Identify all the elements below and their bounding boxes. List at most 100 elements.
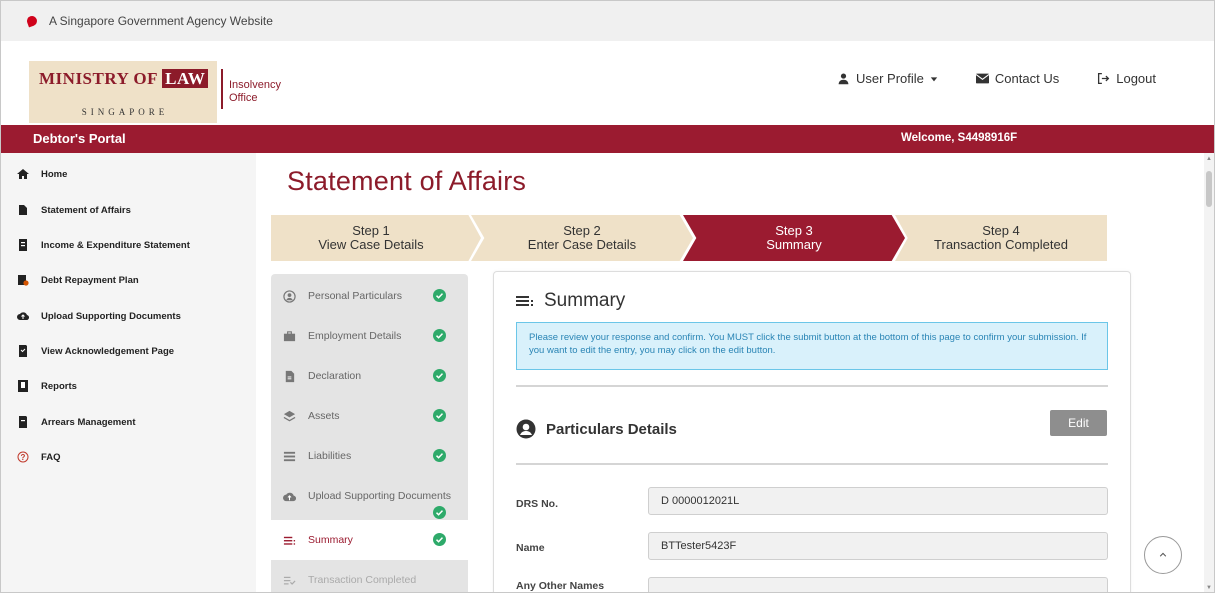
- envelope-icon: [975, 73, 989, 84]
- layers-icon: [283, 410, 296, 423]
- check-circle-icon: [433, 449, 446, 462]
- sidebar-item-reports[interactable]: Reports: [1, 371, 256, 401]
- check-circle-icon: [433, 533, 446, 546]
- scroll-down-arrow-icon[interactable]: ▼: [1205, 584, 1213, 592]
- scrollbar-thumb[interactable]: [1206, 171, 1212, 207]
- name-label: Name: [516, 542, 545, 554]
- sidebar-item-label: Debt Repayment Plan: [41, 274, 139, 286]
- list-icon: [283, 450, 296, 463]
- svg-text:?: ?: [21, 453, 26, 462]
- scroll-to-top-button[interactable]: [1144, 536, 1182, 574]
- menu-item-assets[interactable]: Assets: [271, 396, 468, 436]
- menu-item-transaction-completed: Transaction Completed: [271, 560, 468, 592]
- ministry-logo[interactable]: MINISTRY OF LAW SINGAPORE Insolvency Off…: [29, 61, 281, 123]
- sidebar-item-statement-of-affairs[interactable]: Statement of Affairs: [1, 195, 256, 225]
- sidebar-item-arrears[interactable]: Arrears Management: [1, 407, 256, 437]
- sidebar-item-home[interactable]: Home: [1, 159, 256, 189]
- sign-out-icon: [1098, 72, 1110, 85]
- edit-button[interactable]: Edit: [1050, 410, 1107, 436]
- drs-no-field: D 0000012021L: [648, 487, 1108, 515]
- particulars-title: Particulars Details: [546, 420, 677, 438]
- section-menu: Personal Particulars Employment Details …: [271, 274, 468, 592]
- menu-item-label: Upload Supporting Documents: [308, 490, 452, 502]
- step-1: Step 1 View Case Details: [271, 215, 481, 261]
- user-profile-label: User Profile: [856, 71, 924, 86]
- done-list-icon: [283, 574, 296, 587]
- file-icon: [283, 370, 296, 383]
- step-2: Step 2 Enter Case Details: [471, 215, 693, 261]
- step-progress: Step 1 View Case Details Step 2 Enter Case…: [271, 215, 1107, 261]
- check-circle-icon: [433, 289, 446, 302]
- step-number: Step 1: [352, 223, 390, 238]
- sidebar-item-label: Income & Expenditure Statement: [41, 239, 190, 251]
- browser-frame: A Singapore Government Agency Website MI…: [0, 0, 1215, 593]
- scroll-up-arrow-icon[interactable]: ▲: [1205, 155, 1213, 163]
- home-icon: [17, 168, 29, 180]
- step-4: Step 4 Transaction Completed: [895, 215, 1107, 261]
- menu-item-employment-details[interactable]: Employment Details: [271, 316, 468, 356]
- sidebar-item-label: Upload Supporting Documents: [41, 310, 181, 322]
- user-profile-link[interactable]: User Profile: [837, 71, 938, 86]
- info-alert: Please review your response and confirm.…: [516, 322, 1108, 370]
- sidebar-item-label: View Acknowledgement Page: [41, 345, 175, 357]
- logo-sub: SINGAPORE: [81, 107, 169, 117]
- logo-box: MINISTRY OF LAW SINGAPORE: [29, 61, 217, 123]
- logout-label: Logout: [1116, 71, 1156, 86]
- caret-down-icon: [930, 76, 938, 81]
- sidebar-item-acknowledgement[interactable]: View Acknowledgement Page: [1, 336, 256, 366]
- sidebar-item-debt-repayment[interactable]: Debt Repayment Plan: [1, 265, 256, 295]
- menu-item-label: Employment Details: [308, 330, 402, 342]
- menu-item-declaration[interactable]: Declaration: [271, 356, 468, 396]
- site-header: MINISTRY OF LAW SINGAPORE Insolvency Off…: [1, 41, 1214, 125]
- user-circle-icon: [283, 289, 296, 303]
- sidebar-item-label: Home: [41, 168, 68, 180]
- sidebar-item-label: Reports: [41, 380, 77, 392]
- divider: [516, 463, 1108, 465]
- step-number: Step 3: [775, 223, 813, 238]
- menu-item-label: Personal Particulars: [308, 290, 402, 302]
- summary-heading: Summary: [516, 290, 625, 312]
- cloud-upload-icon: [17, 310, 29, 322]
- summary-icon: [283, 534, 296, 547]
- sidebar-item-upload-documents[interactable]: Upload Supporting Documents: [1, 301, 256, 331]
- drs-no-label: DRS No.: [516, 498, 558, 510]
- page-scrollbar[interactable]: ▲ ▼: [1204, 153, 1214, 592]
- gov-banner: A Singapore Government Agency Website: [1, 1, 1214, 41]
- portal-title: Debtor's Portal: [33, 131, 126, 146]
- menu-item-label: Summary: [308, 534, 353, 546]
- briefcase-icon: [283, 330, 296, 343]
- sidebar-item-label: FAQ: [41, 451, 61, 463]
- sidebar: Home Statement of Affairs Income & Expen…: [1, 153, 256, 592]
- other-names-label: Any Other Names: [516, 580, 605, 592]
- menu-item-personal-particulars[interactable]: Personal Particulars: [271, 276, 468, 316]
- cloud-upload-icon: [283, 490, 296, 503]
- sidebar-item-income-expenditure[interactable]: Income & Expenditure Statement: [1, 230, 256, 260]
- logout-link[interactable]: Logout: [1097, 71, 1156, 86]
- step-number: Step 2: [563, 223, 601, 238]
- menu-item-label: Declaration: [308, 370, 362, 382]
- step-3-active: Step 3 Summary: [683, 215, 905, 261]
- chevron-up-icon: [1159, 552, 1167, 557]
- step-label: Transaction Completed: [934, 237, 1068, 252]
- contact-us-link[interactable]: Contact Us: [975, 71, 1059, 86]
- arrears-icon: [17, 416, 29, 428]
- gov-banner-text: A Singapore Government Agency Website: [49, 14, 273, 28]
- menu-item-label: Transaction Completed: [308, 574, 417, 586]
- other-names-field: [648, 577, 1108, 592]
- menu-item-liabilities[interactable]: Liabilities: [271, 436, 468, 476]
- page-title: Statement of Affairs: [287, 166, 527, 196]
- menu-item-summary[interactable]: Summary: [271, 520, 468, 560]
- name-field: BTTester5423F: [648, 532, 1108, 560]
- check-circle-icon: [433, 409, 446, 422]
- portal-bar: Debtor's Portal Welcome, S4498916F: [1, 125, 1214, 153]
- user-circle-icon: [516, 419, 536, 439]
- logo-law: LAW: [162, 69, 209, 88]
- sidebar-item-faq[interactable]: ? FAQ: [1, 442, 256, 472]
- particulars-heading: Particulars Details: [516, 419, 677, 439]
- summary-panel: Summary Please review your response and …: [493, 271, 1131, 592]
- page-icon: [17, 345, 29, 357]
- summary-title: Summary: [544, 290, 626, 311]
- logo-main: MINISTRY OF LAW: [39, 69, 209, 89]
- menu-item-label: Liabilities: [308, 450, 352, 462]
- logo-prefix: MINISTRY OF: [39, 69, 158, 88]
